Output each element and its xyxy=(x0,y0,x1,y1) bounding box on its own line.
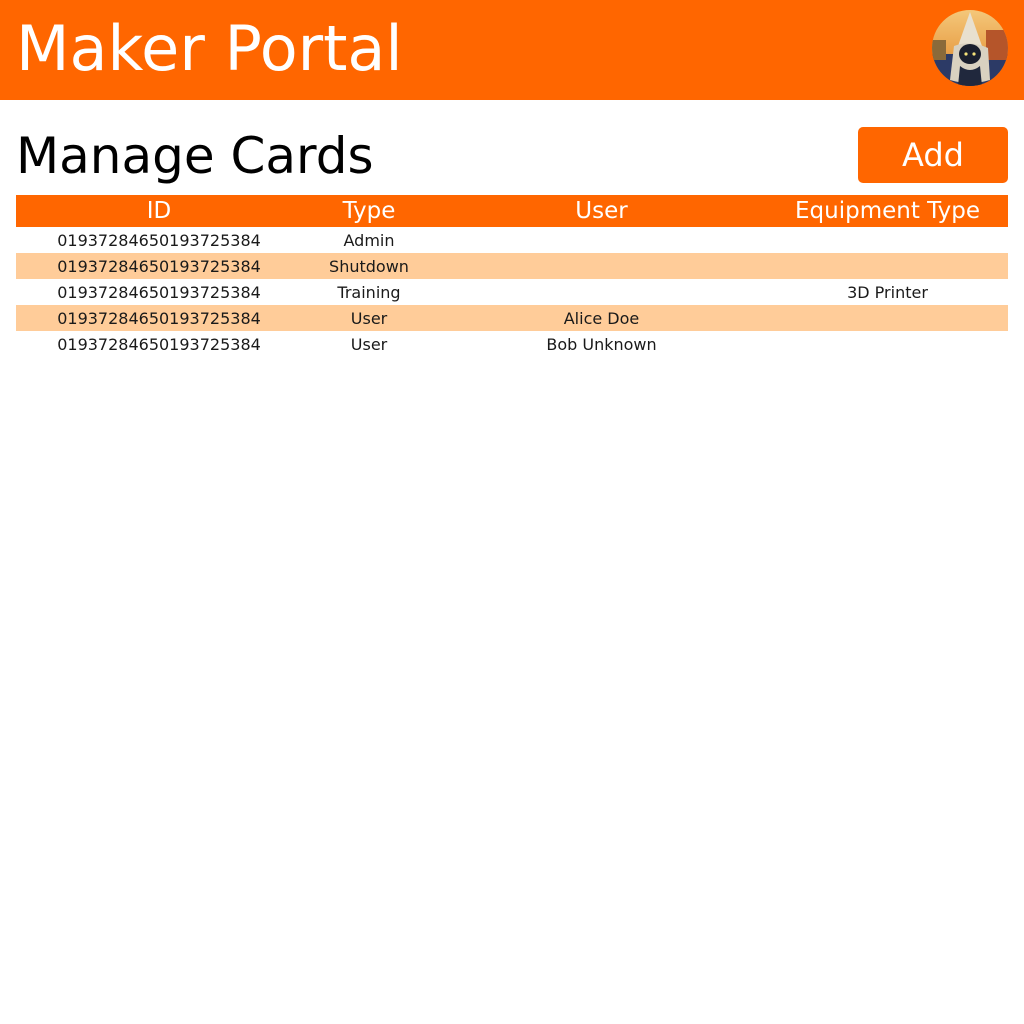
cell-type: Shutdown xyxy=(302,253,436,279)
cell-type: Training xyxy=(337,282,401,302)
user-avatar[interactable] xyxy=(932,10,1008,86)
cell-equipment-type xyxy=(767,227,1008,253)
cell-user xyxy=(436,227,767,253)
table-row[interactable]: 01937284650193725384 Admin xyxy=(16,227,1008,253)
cell-equipment-type xyxy=(767,305,1008,331)
cell-user: Alice Doe xyxy=(436,305,767,331)
column-header-equipment-type[interactable]: Equipment Type xyxy=(767,195,1008,227)
table-row[interactable]: 01937284650193725384 Training 3D Printer xyxy=(16,279,1008,305)
avatar-photo-icon xyxy=(932,10,1008,86)
cell-equipment-type xyxy=(767,331,1008,357)
cell-id: 01937284650193725384 xyxy=(57,334,261,354)
cell-type: User xyxy=(350,334,388,354)
add-card-button[interactable]: Add xyxy=(858,127,1008,183)
table-row[interactable]: 01937284650193725384 User Bob Unknown xyxy=(16,331,1008,357)
cell-user xyxy=(436,253,767,279)
cell-type: User xyxy=(302,305,436,331)
table-header-row: ID Type User Equipment Type xyxy=(16,195,1008,227)
cell-equipment-type xyxy=(767,253,1008,279)
column-header-user[interactable]: User xyxy=(436,195,767,227)
cell-equipment-type: 3D Printer xyxy=(847,282,928,302)
cell-id: 01937284650193725384 xyxy=(16,253,302,279)
table-row[interactable]: 01937284650193725384 User Alice Doe xyxy=(16,305,1008,331)
app-title: Maker Portal xyxy=(16,12,403,85)
table-row[interactable]: 01937284650193725384 Shutdown xyxy=(16,253,1008,279)
column-header-id[interactable]: ID xyxy=(16,195,302,227)
cell-user xyxy=(436,279,767,305)
cell-type: Admin xyxy=(343,230,395,250)
cards-table: ID Type User Equipment Type 019372846501… xyxy=(16,195,1008,357)
cell-id: 01937284650193725384 xyxy=(16,305,302,331)
cell-user: Bob Unknown xyxy=(546,334,657,354)
cell-id: 01937284650193725384 xyxy=(57,282,261,302)
page-title: Manage Cards xyxy=(16,127,374,185)
top-header-bar: Maker Portal xyxy=(0,0,1024,100)
column-header-type[interactable]: Type xyxy=(302,195,436,227)
cell-id: 01937284650193725384 xyxy=(57,230,261,250)
